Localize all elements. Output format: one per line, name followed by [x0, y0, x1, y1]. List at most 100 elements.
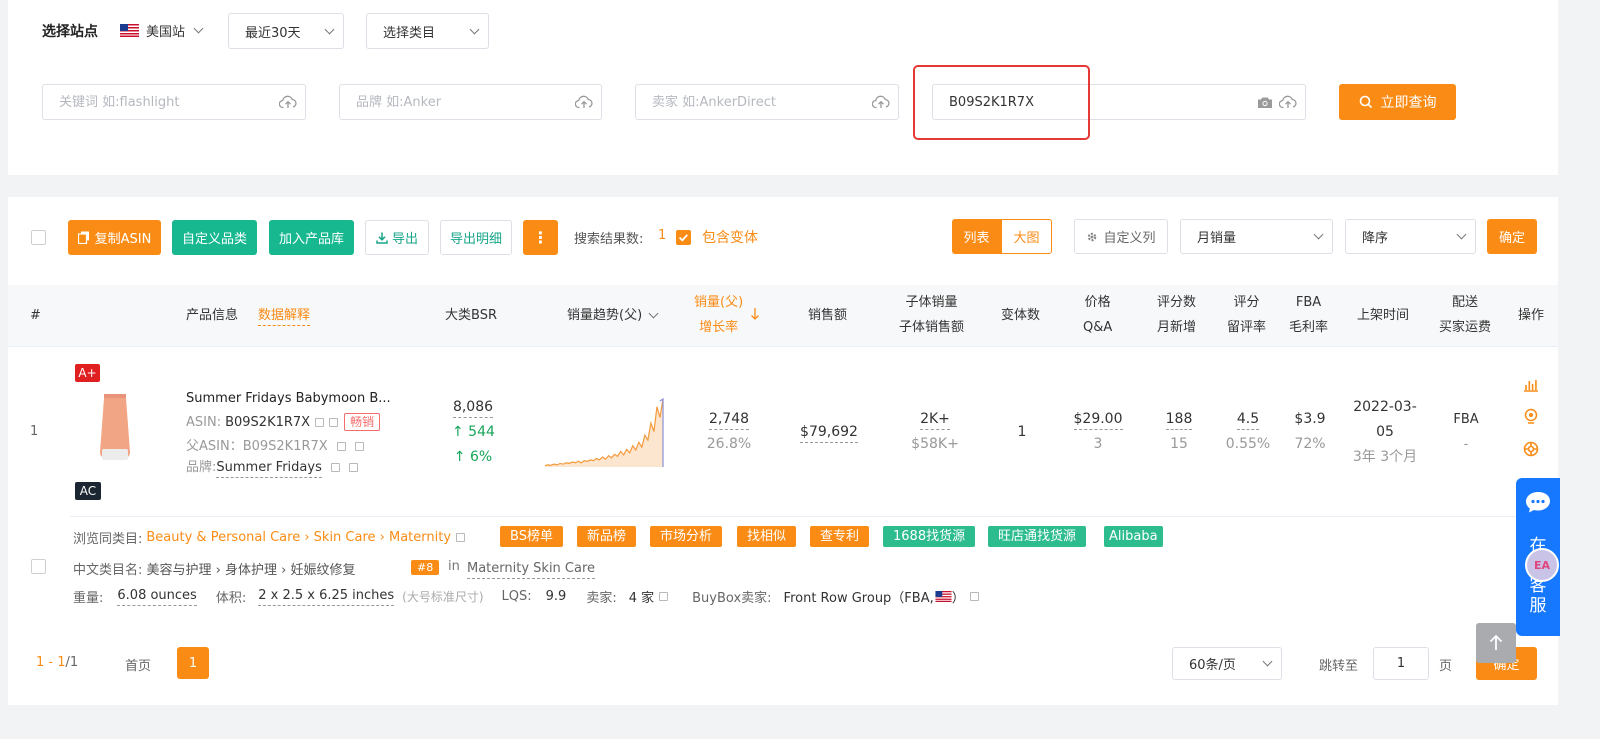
upload-icon[interactable]	[1279, 95, 1297, 109]
first-page-button[interactable]: 首页	[125, 655, 151, 674]
tag-alibaba[interactable]: Alibaba	[1104, 526, 1163, 547]
seller-input[interactable]	[652, 94, 852, 110]
external-link-icon[interactable]	[659, 591, 669, 601]
export-button[interactable]: 导出	[365, 220, 429, 255]
jump-page-input[interactable]	[1381, 656, 1421, 671]
tag-new-list[interactable]: 新品榜	[577, 526, 637, 547]
tag-bs-list[interactable]: BS榜单	[500, 526, 563, 547]
copy-icon[interactable]	[336, 442, 346, 451]
col-ship-label: 配送	[1452, 295, 1479, 310]
parent-asin[interactable]: 父ASIN：B09S2K1R7X	[186, 439, 328, 454]
custom-columns-button[interactable]: 自定义列	[1074, 219, 1168, 254]
col-variants[interactable]: 变体数	[1001, 303, 1040, 328]
tag-wangdian-source[interactable]: 旺店通找货源	[988, 526, 1087, 547]
service-avatar[interactable]: EA	[1525, 548, 1559, 582]
keyword-field[interactable]	[42, 84, 306, 120]
col-listed[interactable]: 上架时间	[1357, 303, 1409, 328]
brand-line: 品牌:Summer Fridays	[186, 456, 359, 478]
col-bsr[interactable]: 大类BSR	[445, 303, 497, 328]
buybox-value[interactable]: Front Row Group（FBA,	[784, 587, 934, 606]
col-trend[interactable]: 销量趋势(父)	[567, 303, 659, 328]
keyword-input[interactable]	[59, 94, 259, 110]
detail-checkbox[interactable]	[31, 559, 46, 574]
badge-aplus: A+	[75, 364, 100, 382]
back-to-top-button[interactable]	[1476, 623, 1516, 663]
brand-field[interactable]	[339, 84, 602, 120]
size-value[interactable]: 2 x 2.5 x 6.25 inches	[258, 586, 395, 606]
listed-cell: 2022-03- 05 3年 3个月	[1345, 395, 1425, 470]
product-image[interactable]	[90, 392, 140, 464]
include-variants-checkbox[interactable]	[676, 230, 691, 245]
sales-trend-sparkline[interactable]	[543, 397, 665, 469]
copy-icon[interactable]	[315, 417, 325, 427]
product-title[interactable]: Summer Fridays Babymoon B...	[186, 391, 391, 406]
score-value[interactable]: 4.5	[1236, 410, 1260, 430]
tag-find-similar[interactable]: 找相似	[737, 526, 797, 547]
bsr-cell: 8,086 ↑ 544 ↑ 6%	[452, 395, 495, 470]
brand-value[interactable]: Summer Fridays	[216, 458, 322, 478]
export-detail-button[interactable]: 导出明细	[440, 220, 512, 255]
browse-path[interactable]: Beauty & Personal Care › Skin Care › Mat…	[146, 530, 451, 545]
bsr-value[interactable]: 8,086	[452, 398, 494, 418]
col-child[interactable]: 子体销量 子体销售额	[899, 290, 964, 340]
data-explain-link[interactable]: 数据解释	[258, 303, 311, 328]
copy-asin-button[interactable]: 复制ASIN	[68, 220, 161, 255]
external-link-icon[interactable]	[329, 417, 339, 427]
buybox-end: ）	[951, 590, 965, 606]
revenue-value[interactable]: $79,692	[800, 423, 858, 443]
col-ship[interactable]: 配送 买家运费	[1439, 290, 1491, 340]
sort-confirm-button[interactable]: 确定	[1487, 219, 1537, 254]
tag-patent[interactable]: 查专利	[810, 526, 870, 547]
seller-field[interactable]	[635, 84, 899, 120]
external-link-icon[interactable]	[969, 591, 979, 601]
price-value[interactable]: $29.00	[1073, 410, 1123, 430]
period-select[interactable]: 最近30天	[228, 13, 344, 49]
query-button[interactable]: 立即查询	[1339, 84, 1456, 120]
tag-1688-source[interactable]: 1688找货源	[883, 526, 976, 547]
camera-icon[interactable]	[1257, 96, 1273, 109]
upload-icon[interactable]	[872, 95, 890, 109]
per-page-select[interactable]: 60条/页	[1172, 647, 1282, 680]
rank-category[interactable]: Maternity Skin Care	[467, 559, 596, 579]
external-link-icon[interactable]	[456, 533, 466, 542]
asin-value[interactable]: B09S2K1R7X	[225, 415, 310, 430]
view-list-button[interactable]: 列表	[952, 219, 1001, 254]
bsr-change: ↑ 544	[452, 424, 495, 440]
add-to-library-button[interactable]: 加入产品库	[269, 220, 354, 255]
jump-page-field[interactable]	[1373, 647, 1429, 680]
col-fba-label: FBA	[1295, 295, 1322, 310]
external-link-icon[interactable]	[354, 442, 364, 451]
include-variants-label[interactable]: 包含变体	[702, 227, 758, 247]
page-1-button[interactable]: 1	[177, 647, 209, 679]
upload-icon[interactable]	[279, 95, 297, 109]
sort-field-select[interactable]: 月销量	[1180, 219, 1333, 254]
sort-desc-icon[interactable]	[750, 307, 760, 321]
custom-category-button[interactable]: 自定义品类	[172, 220, 257, 255]
col-revenue[interactable]: 销售额	[808, 303, 847, 328]
external-link-icon[interactable]	[349, 463, 359, 472]
site-select[interactable]: 美国站	[120, 21, 204, 40]
sales-value[interactable]: 2,748	[708, 410, 750, 430]
upload-icon[interactable]	[575, 95, 593, 109]
col-score[interactable]: 评分 留评率	[1227, 290, 1266, 340]
category-select[interactable]: 选择类目	[366, 13, 489, 49]
col-price[interactable]: 价格 Q&A	[1083, 290, 1112, 340]
support-icon[interactable]	[1523, 441, 1539, 457]
copy-icon[interactable]	[331, 463, 340, 472]
sellers-value[interactable]: 4 家	[629, 587, 654, 606]
col-fba[interactable]: FBA 毛利率	[1289, 290, 1328, 340]
brand-input[interactable]	[356, 94, 556, 110]
view-large-button[interactable]: 大图	[1001, 219, 1052, 254]
bar-chart-icon[interactable]	[1523, 378, 1539, 392]
weight-value[interactable]: 6.08 ounces	[117, 586, 197, 606]
tag-market-analysis[interactable]: 市场分析	[650, 526, 723, 547]
col-ratings[interactable]: 评分数 月新增	[1157, 290, 1196, 340]
ratings-value[interactable]: 188	[1165, 410, 1193, 430]
more-button[interactable]: ⋮	[523, 220, 558, 255]
child-sales-value[interactable]: 2K+	[920, 410, 950, 430]
pagination-range-value: 1 - 1	[36, 655, 66, 670]
col-sales[interactable]: 销量(父) 增长率	[694, 290, 743, 340]
select-all-checkbox[interactable]	[31, 230, 46, 245]
location-icon[interactable]	[1523, 408, 1539, 424]
sort-order-select[interactable]: 降序	[1345, 219, 1476, 254]
